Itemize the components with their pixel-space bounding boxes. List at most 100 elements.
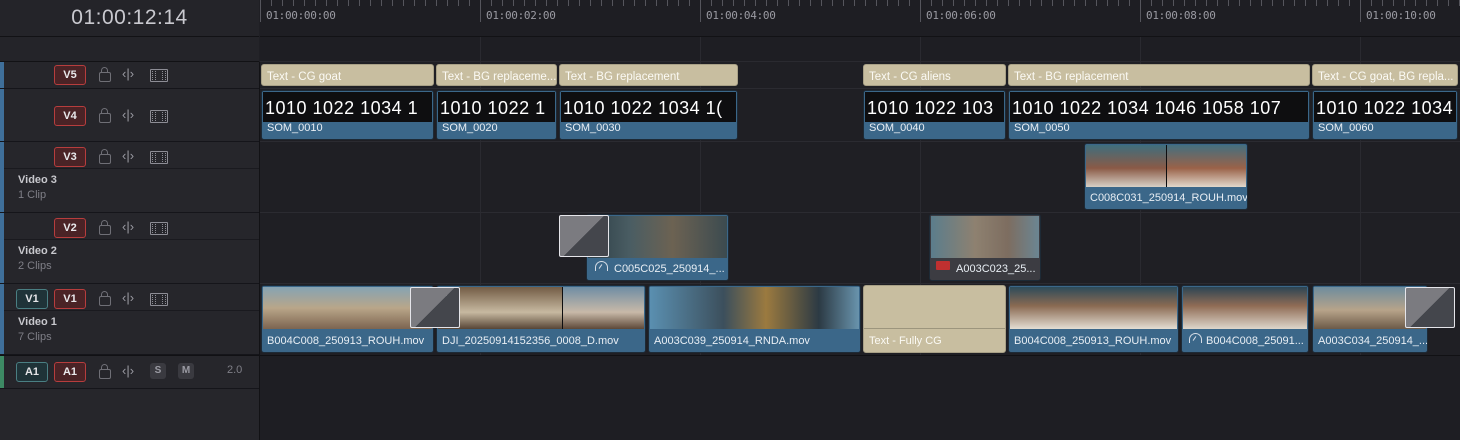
source-track-a1[interactable]: A1 xyxy=(54,362,86,382)
track-header-v1: V1 V1 ‹|› Video 1 7 Clips xyxy=(0,284,259,355)
ruler-tick xyxy=(381,0,382,6)
video-clip[interactable]: 1010 1022 103 SOM_0040 xyxy=(863,90,1006,140)
text-clip[interactable]: Text - CG aliens xyxy=(863,64,1006,86)
ruler-tick xyxy=(755,0,756,6)
source-track-v3[interactable]: V3 xyxy=(54,147,86,167)
track-header-v4: V4 ‹|› xyxy=(0,89,259,142)
film-icon[interactable] xyxy=(150,222,168,235)
lock-icon[interactable] xyxy=(99,67,111,82)
track-color-stripe xyxy=(0,142,4,212)
ruler-tick xyxy=(502,0,503,6)
ruler-tick xyxy=(403,0,404,6)
source-track-v4[interactable]: V4 xyxy=(54,106,86,126)
ruler-tick xyxy=(392,0,393,6)
header-divider xyxy=(4,239,259,240)
video-clip[interactable]: 1010 1022 1 SOM_0020 xyxy=(436,90,557,140)
transition-handle[interactable] xyxy=(559,215,609,257)
track-name-v2[interactable]: Video 2 xyxy=(18,245,57,257)
text-clip[interactable]: Text - BG replaceme... xyxy=(436,64,557,86)
text-clip[interactable]: Text - BG replacement xyxy=(559,64,738,86)
video-clip[interactable]: A003C039_250914_RNDA.mov xyxy=(648,285,861,353)
lane-separator xyxy=(260,212,1460,213)
ruler-tick xyxy=(645,0,646,6)
track-color-stripe xyxy=(0,89,4,141)
text-clip[interactable]: Text - Fully CG xyxy=(863,285,1006,353)
clip-name: B004C008_250913_ROUH.mov xyxy=(267,335,425,347)
clip-thumbnail-strip xyxy=(263,287,432,329)
ruler-tick xyxy=(1063,0,1064,6)
source-track-v1[interactable]: V1 xyxy=(54,289,86,309)
auto-select-icon[interactable]: ‹|› xyxy=(122,363,134,378)
video-clip[interactable]: A003C023_25... xyxy=(929,214,1041,281)
film-icon[interactable] xyxy=(150,110,168,123)
lock-icon[interactable] xyxy=(99,108,111,123)
transition-handle[interactable] xyxy=(1405,287,1455,328)
clip-name: Text - Fully CG xyxy=(869,335,942,347)
clip-thumbnail-strip xyxy=(931,216,1039,258)
frame-numbers: 1010 1022 1034 xyxy=(1316,98,1454,118)
audio-lane-a1[interactable] xyxy=(260,356,1460,440)
ruler-tick xyxy=(557,0,558,6)
destination-track-a1[interactable]: A1 xyxy=(16,362,48,382)
video-clip[interactable]: DJI_20250914152356_0008_D.mov xyxy=(436,285,646,353)
ruler-tick xyxy=(1085,0,1086,6)
text-clip[interactable]: Text - BG replacement xyxy=(1008,64,1310,86)
ruler-tick xyxy=(766,0,767,6)
lock-icon[interactable] xyxy=(99,149,111,164)
track-color-stripe xyxy=(0,213,4,283)
video-clip[interactable]: 1010 1022 1034 1046 1058 107 SOM_0050 xyxy=(1008,90,1310,140)
current-timecode[interactable]: 01:00:12:14 xyxy=(0,6,259,30)
ruler-tick xyxy=(425,0,426,6)
transition-handle[interactable] xyxy=(410,287,460,328)
ruler-timecode-label: 01:00:00:00 xyxy=(266,9,336,22)
text-clip[interactable]: Text - CG goat xyxy=(261,64,434,86)
ruler-tick xyxy=(1195,0,1196,6)
ruler-tick xyxy=(1228,0,1229,6)
ruler-tick xyxy=(1404,0,1405,6)
video-clip[interactable]: B004C008_25091... xyxy=(1181,285,1309,353)
video-clip[interactable]: 1010 1022 1034 SOM_0060 xyxy=(1312,90,1458,140)
source-track-v2[interactable]: V2 xyxy=(54,218,86,238)
ruler-lower-band xyxy=(260,37,1460,62)
clip-thumbnail-strip xyxy=(650,287,859,329)
mute-button[interactable]: M xyxy=(178,363,194,379)
ruler-tick xyxy=(1349,0,1350,6)
video-clip[interactable]: C008C031_250914_ROUH.mov xyxy=(1084,143,1248,210)
auto-select-icon[interactable]: ‹|› xyxy=(122,290,134,305)
track-name-v3[interactable]: Video 3 xyxy=(18,174,57,186)
clip-name: SOM_0020 xyxy=(442,122,498,134)
header-divider xyxy=(4,310,259,311)
lock-icon[interactable] xyxy=(99,364,111,379)
ruler-tick xyxy=(1448,0,1449,6)
text-clip[interactable]: Text - CG goat, BG repla... xyxy=(1312,64,1458,86)
speed-icon xyxy=(595,261,608,271)
solo-button[interactable]: S xyxy=(150,363,166,379)
track-name-v1[interactable]: Video 1 xyxy=(18,316,57,328)
source-track-v5[interactable]: V5 xyxy=(54,65,86,85)
ruler-tick xyxy=(1140,0,1141,22)
film-icon[interactable] xyxy=(150,293,168,306)
film-icon[interactable] xyxy=(150,151,168,164)
video-clip[interactable]: 1010 1022 1034 1 SOM_0010 xyxy=(261,90,434,140)
film-icon[interactable] xyxy=(150,69,168,82)
ruler-tick xyxy=(656,0,657,6)
auto-select-icon[interactable]: ‹|› xyxy=(122,148,134,163)
timeline-ruler[interactable]: 01:00:00:00 01:00:02:00 01:00:04:00 01:00:0… xyxy=(260,0,1460,37)
ruler-tick xyxy=(1030,0,1031,6)
clip-name: A003C039_250914_RNDA.mov xyxy=(654,335,810,347)
auto-select-icon[interactable]: ‹|› xyxy=(122,219,134,234)
clip-thumbnail-strip xyxy=(1183,287,1307,329)
video-clip[interactable]: B004C008_250913_ROUH.mov xyxy=(261,285,434,353)
auto-select-icon[interactable]: ‹|› xyxy=(122,107,134,122)
auto-select-icon[interactable]: ‹|› xyxy=(122,66,134,81)
track-header-v3: V3 ‹|› Video 3 1 Clip xyxy=(0,142,259,213)
video-clip[interactable]: B004C008_250913_ROUH.mov xyxy=(1008,285,1179,353)
ruler-tick xyxy=(975,0,976,6)
clip-thumbnail-strip: 1010 1022 1034 xyxy=(1314,92,1456,122)
frame-numbers: 1010 1022 1 xyxy=(440,98,546,118)
lock-icon[interactable] xyxy=(99,291,111,306)
destination-track-v1[interactable]: V1 xyxy=(16,289,48,309)
ruler-tick xyxy=(1327,0,1328,6)
video-clip[interactable]: 1010 1022 1034 1( SOM_0030 xyxy=(559,90,738,140)
lock-icon[interactable] xyxy=(99,220,111,235)
